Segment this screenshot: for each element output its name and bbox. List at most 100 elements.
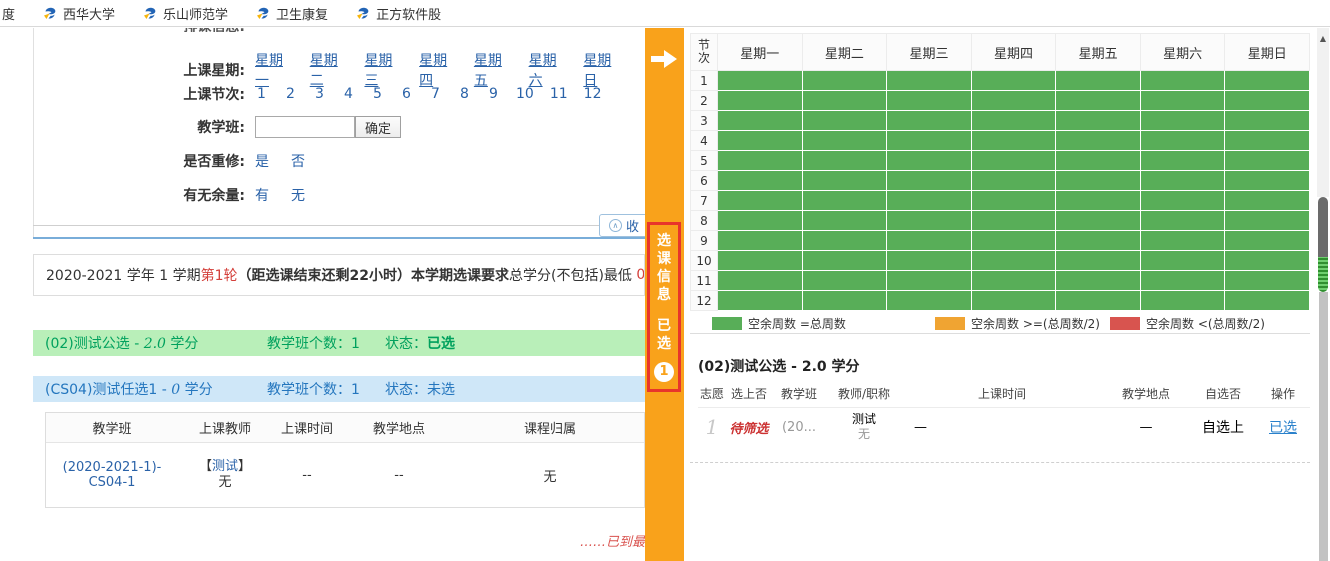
tab-char: 课 — [657, 250, 671, 268]
group2-status-label: 状态： — [385, 382, 427, 398]
schedule-row: 7 — [690, 191, 1310, 211]
bookmark-item[interactable]: 卫生康复 — [255, 4, 328, 23]
retake-option-yes[interactable]: 是 — [255, 151, 269, 171]
bookmark-item[interactable]: 乐山师范学 — [142, 4, 228, 23]
schedule-slot — [1056, 271, 1141, 291]
class-table-row: (2020-2021-1)-CS04-1 【测试】 无 -- -- 无 — [46, 443, 644, 507]
filter-bottom-line — [33, 225, 599, 226]
schedule-slot — [1056, 111, 1141, 131]
period-number: 3 — [690, 111, 718, 131]
group2-credit-unit: 学分 — [180, 382, 212, 398]
period-link[interactable]: 10 — [516, 86, 534, 102]
legend-label: 空余周数 <(总周数/2) — [1146, 315, 1265, 332]
period-link[interactable]: 2 — [284, 86, 297, 102]
course-group-unselected[interactable]: (CS04)测试任选1 - 0 学分 教学班个数：1 状态：未选 — [33, 376, 645, 402]
cell-time: -- — [272, 468, 342, 483]
legend-item: 空余周数 >=(总周数/2) — [935, 315, 1100, 332]
period-link[interactable]: 11 — [550, 86, 568, 102]
period-number: 6 — [690, 171, 718, 191]
schedule-slot — [718, 151, 803, 171]
wish-number: 1 — [706, 415, 719, 439]
selection-info-tab[interactable]: 选 课 信 息 已 选 1 — [647, 222, 681, 392]
period-number: 5 — [690, 151, 718, 171]
teacher2-name: 测试 — [826, 412, 902, 427]
panel-divider-blue — [33, 237, 645, 239]
bookmark-label: 卫生康复 — [276, 4, 328, 23]
schedule-legend: 空余周数 =总周数空余周数 >=(总周数/2)空余周数 <(总周数/2) — [690, 311, 1310, 334]
schedule-slot — [972, 271, 1057, 291]
bookmark-item[interactable]: 西华大学 — [42, 4, 115, 23]
confirm-button[interactable]: 确定 — [355, 116, 401, 138]
schedule-slot — [887, 271, 972, 291]
schedule-row: 1 — [690, 71, 1310, 91]
class-search-input[interactable] — [255, 116, 355, 138]
period-number: 4 — [690, 131, 718, 151]
capacity-option-none[interactable]: 无 — [291, 185, 305, 205]
schedule-slot — [1141, 271, 1226, 291]
capacity-option-has[interactable]: 有 — [255, 185, 269, 205]
schedule-slot — [1056, 231, 1141, 251]
period-link[interactable]: 8 — [458, 86, 471, 102]
teacher-bracket-close: 】 — [238, 459, 251, 474]
period-link[interactable]: 12 — [584, 86, 602, 102]
bookmark-item[interactable]: 正方软件股 — [355, 4, 441, 23]
scrollbar-thumb[interactable] — [1318, 197, 1328, 292]
scrollbar-track-top[interactable] — [1317, 28, 1329, 197]
schedule-slot — [1056, 191, 1141, 211]
schedule-slot — [803, 231, 888, 251]
period-link[interactable]: 6 — [400, 86, 413, 102]
period-link[interactable]: 3 — [313, 86, 326, 102]
schedule-slot — [1141, 171, 1226, 191]
schedule-slot — [1056, 91, 1141, 111]
period-number: 12 — [690, 291, 718, 311]
collapse-filter-tab[interactable]: ∧ 收 — [599, 214, 649, 237]
schedule-slot — [803, 131, 888, 151]
schedule-slot — [972, 91, 1057, 111]
capacity-label: 有无余量: — [33, 185, 245, 205]
scrollbar-grip[interactable] — [1318, 257, 1328, 292]
schedule-slot — [972, 71, 1057, 91]
schedule-slot — [1056, 211, 1141, 231]
col-place: 教学地点 — [342, 418, 456, 437]
period-corner-header: 节次 — [690, 33, 718, 71]
period-link[interactable]: 5 — [371, 86, 384, 102]
schedule-slot — [1225, 211, 1310, 231]
group1-credit: 2.0 — [144, 336, 166, 352]
legend-swatch — [935, 317, 965, 330]
schedule-row: 10 — [690, 251, 1310, 271]
schedule-row: 2 — [690, 91, 1310, 111]
course-group-selected[interactable]: (02)测试公选 - 2.0 学分 教学班个数：1 状态：已选 — [33, 330, 645, 356]
col-class: 教学班 — [46, 418, 178, 437]
cell-time2: — — [902, 420, 1102, 435]
scrollbar-track-bottom[interactable] — [1319, 292, 1328, 561]
day-header: 星期六 — [1141, 33, 1226, 71]
cell-place2: — — [1102, 420, 1190, 435]
schedule-slot — [972, 231, 1057, 251]
schedule-slot — [972, 131, 1057, 151]
schedule-slot — [1141, 151, 1226, 171]
period-link[interactable]: 7 — [429, 86, 442, 102]
collapse-arrow-icon: ∧ — [609, 219, 622, 232]
selected-action-link[interactable]: 已选 — [1269, 420, 1297, 436]
schedule-slot — [887, 131, 972, 151]
selection-notice: 2020-2021 学年 1 学期第1轮（距选课结束还剩22小时）本学期选课要求… — [33, 254, 645, 296]
cell-place: -- — [342, 468, 456, 483]
period-number: 2 — [690, 91, 718, 111]
scrollbar-up-icon[interactable]: ▲ — [1316, 31, 1330, 47]
collapse-label: 收 — [626, 216, 639, 235]
retake-option-no[interactable]: 否 — [291, 151, 305, 171]
col-time2: 上课时间 — [902, 385, 1102, 402]
bookmark-item[interactable]: 度 — [2, 4, 15, 23]
page: 度 西华大学 乐山师范学 卫生康复 正方软件股 排课信息: 上课星期: 星期一星… — [0, 0, 1330, 561]
class-name-link[interactable]: (2020-2021-1)-CS04-1 — [63, 460, 162, 490]
schedule-slot — [1225, 91, 1310, 111]
period-link[interactable]: 9 — [487, 86, 500, 102]
schedule-slot — [887, 71, 972, 91]
expand-arrow-icon[interactable] — [650, 48, 678, 70]
teacher-name-link[interactable]: 测试 — [212, 459, 238, 474]
period-link[interactable]: 4 — [342, 86, 355, 102]
schedule-row: 5 — [690, 151, 1310, 171]
schedule-slot — [1141, 211, 1226, 231]
schedule-slot — [1225, 271, 1310, 291]
period-link[interactable]: 1 — [255, 86, 268, 102]
